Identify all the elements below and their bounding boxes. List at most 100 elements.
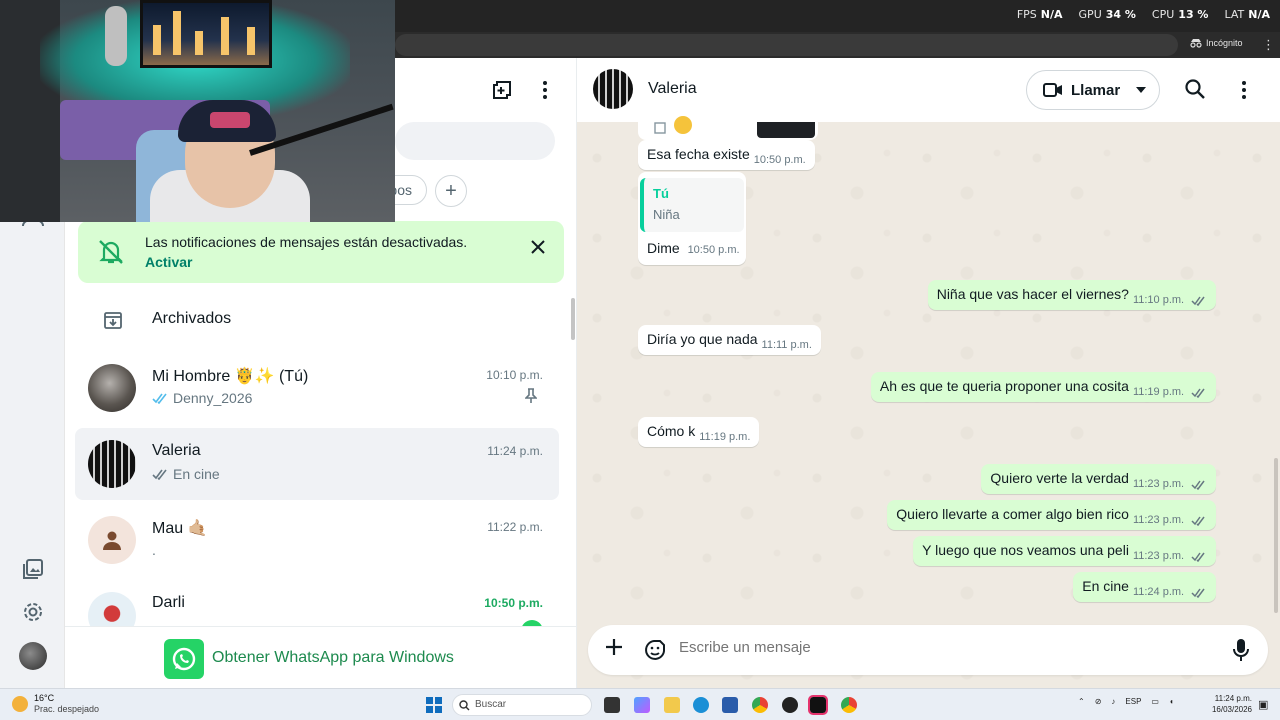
system-tray: ⌃ ⊘ ♪ ESP ▭ ◖ (1078, 697, 1174, 706)
incognito-icon (1190, 39, 1202, 48)
lat-stat: LAT N/A (1224, 8, 1270, 21)
task-view-icon[interactable] (604, 697, 620, 713)
weather-widget[interactable]: 16°C Prac. despejado (12, 693, 99, 714)
double-check-icon (1191, 516, 1205, 526)
avatar (88, 364, 136, 412)
double-check-icon (1191, 296, 1205, 306)
language-indicator[interactable]: ESP (1125, 697, 1141, 706)
double-check-icon (1191, 588, 1205, 598)
chat-time: 10:50 p.m. (484, 596, 543, 610)
get-app-banner[interactable]: Obtener WhatsApp para Windows (65, 626, 576, 688)
microphone-tray-icon[interactable]: ♪ (1111, 697, 1115, 706)
gpu-stat: GPU 34 % (1078, 8, 1136, 21)
new-chat-icon[interactable] (490, 78, 514, 102)
chat-last-message: En cine (152, 466, 220, 482)
contact-avatar[interactable] (593, 69, 633, 109)
message-bubble-out[interactable]: Ah es que te queria proponer una cosita 1… (870, 372, 1216, 402)
message-input[interactable] (679, 639, 1199, 656)
webcam-overlay (0, 0, 395, 222)
whatsapp-logo-icon (164, 639, 204, 679)
copilot-icon[interactable] (634, 697, 650, 713)
obs-icon[interactable] (782, 697, 798, 713)
default-avatar-icon (88, 516, 136, 564)
store-icon[interactable] (722, 697, 738, 713)
message-bubble-in[interactable]: Cómo k 11:19 p.m. (638, 417, 760, 447)
double-check-read-icon (152, 393, 167, 404)
activate-notifications-link[interactable]: Activar (145, 254, 192, 270)
quote-text: Niña (653, 207, 680, 222)
chat-name: Mi Hombre 🤴✨ (Tú) (152, 368, 309, 385)
call-label: Llamar (1071, 81, 1121, 99)
windows-start-icon[interactable] (426, 697, 442, 713)
chevron-up-icon[interactable]: ⌃ (1078, 697, 1085, 706)
message-bubble-out[interactable]: Y luego que nos veamos una peli 11:23 p.m… (913, 536, 1216, 566)
volume-icon[interactable]: ◖ (1169, 697, 1174, 706)
message-bubble-out[interactable]: Quiero verte la verdad 11:23 p.m. (981, 464, 1216, 494)
incognito-indicator[interactable]: Incógnito (1190, 38, 1243, 48)
archive-icon (104, 312, 122, 329)
profile-avatar[interactable] (19, 642, 47, 670)
tiktok-icon[interactable] (808, 695, 828, 715)
add-filter-button[interactable]: + (435, 175, 467, 207)
browser-menu-icon[interactable]: ⋮ (1262, 37, 1275, 53)
conversation-scrollbar[interactable] (1274, 458, 1278, 613)
close-icon[interactable] (530, 239, 546, 255)
edge-icon[interactable] (693, 697, 709, 713)
emoji-sticker-icon[interactable] (643, 638, 667, 662)
video-camera-icon (1043, 83, 1062, 97)
chat-row-mau[interactable]: Mau 🤙🏼 11:22 p.m. . (75, 504, 559, 576)
chat-row-mi-hombre[interactable]: Mi Hombre 🤴✨ (Tú) 10:10 p.m. Denny_2026 (75, 352, 559, 424)
message-text: Dime 10:50 p.m. (647, 240, 740, 256)
taskbar-search[interactable]: Buscar (452, 694, 592, 716)
file-explorer-icon[interactable] (664, 697, 680, 713)
notification-bell-icon[interactable]: ▣ (1258, 698, 1268, 711)
conversation-menu-icon[interactable] (1237, 78, 1251, 102)
clock[interactable]: 11:24 p.m. 16/03/2026 (1207, 693, 1252, 715)
chat-time: 11:24 p.m. (487, 444, 543, 458)
message-bubble-in[interactable]: Diría yo que nada 11:11 p.m. (638, 325, 821, 355)
weather-temp: 16°C (34, 693, 55, 703)
chat-time: 11:22 p.m. (487, 520, 543, 534)
archived-chats-row[interactable]: Archivados (65, 298, 565, 342)
message-bubble-out[interactable]: Quiero llevarte a comer algo bien rico 11… (887, 500, 1216, 530)
media-icon[interactable] (20, 556, 46, 582)
notification-message: Las notificaciones de mensajes están des… (145, 234, 468, 250)
chat-row-darli[interactable]: Darli 10:50 p.m. (75, 580, 559, 626)
bell-off-icon (99, 240, 123, 264)
sun-icon (12, 695, 28, 712)
address-bar[interactable] (395, 34, 1178, 56)
avatar (88, 440, 136, 488)
contact-name[interactable]: Valeria (648, 80, 697, 98)
quote-author: Tú (653, 186, 669, 201)
taskbar: 16°C Prac. despejado Buscar ⌃ ⊘ ♪ ESP ▭ … (0, 688, 1280, 720)
double-check-icon (1191, 552, 1205, 562)
chat-name: Darli (152, 594, 185, 611)
search-icon[interactable] (1184, 78, 1206, 100)
message-bubble-out[interactable]: Niña que vas hacer el viernes? 11:10 p.m. (927, 280, 1216, 310)
chat-list-scrollbar[interactable] (571, 298, 575, 340)
pin-icon (525, 388, 537, 403)
settings-gear-icon[interactable] (20, 599, 46, 625)
chrome-icon[interactable] (752, 697, 768, 713)
network-off-icon[interactable]: ⊘ (1095, 697, 1102, 706)
get-app-label: Obtener WhatsApp para Windows (212, 649, 454, 666)
chat-search-input[interactable] (395, 122, 555, 160)
performance-stats: FPS N/A GPU 34 % CPU 13 % LAT N/A (1017, 8, 1270, 21)
menu-kebab-icon[interactable] (542, 78, 548, 102)
chat-row-valeria[interactable]: Valeria 11:24 p.m. En cine (75, 428, 559, 500)
display-icon[interactable]: ▭ (1151, 697, 1159, 706)
chrome-incognito-icon[interactable] (841, 697, 857, 713)
message-bubble-out[interactable]: En cine 11:24 p.m. (1073, 572, 1216, 602)
search-icon (459, 700, 470, 711)
chat-list-actions (490, 78, 548, 102)
media-thumbnail[interactable] (757, 122, 815, 138)
attach-plus-icon[interactable] (604, 637, 624, 657)
message-composer (588, 625, 1268, 675)
double-check-icon (152, 469, 167, 480)
microphone-icon[interactable] (1232, 638, 1250, 662)
archived-label: Archivados (152, 310, 232, 327)
call-button[interactable]: Llamar (1026, 70, 1160, 110)
avatar (88, 592, 136, 626)
message-bubble-in[interactable]: Esa fecha existe 10:50 p.m. (638, 140, 815, 170)
quoted-message[interactable]: Tú Niña (640, 178, 744, 232)
